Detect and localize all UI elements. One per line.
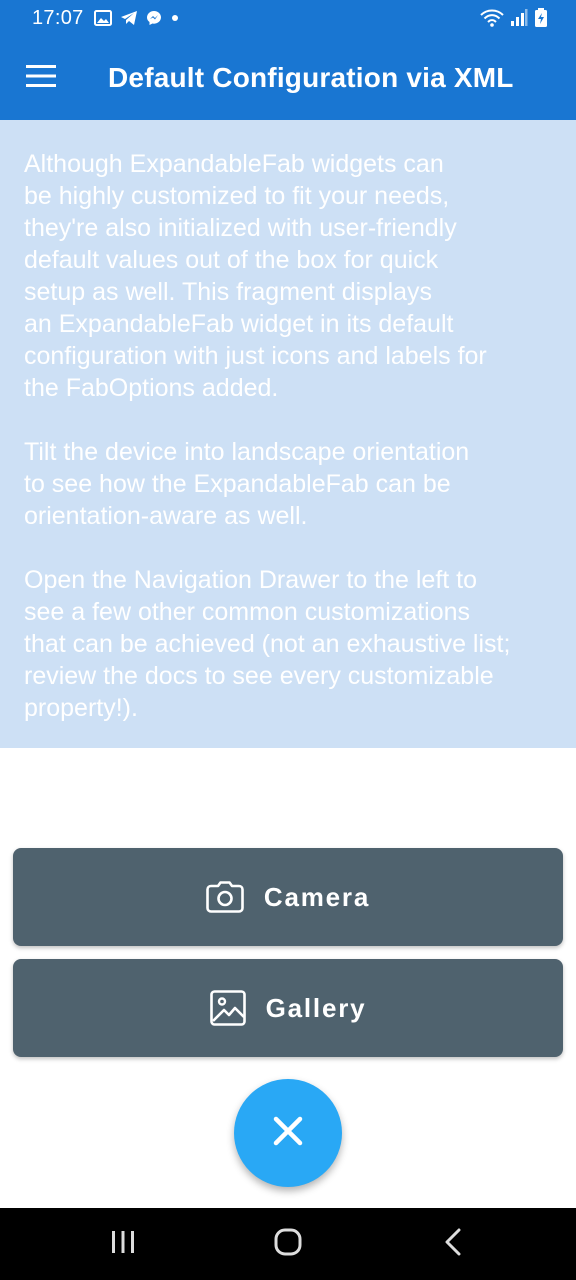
page-title: Default Configuration via XML [108, 62, 514, 93]
signal-icon [510, 9, 528, 27]
system-nav-bar [0, 1208, 576, 1280]
info-panel: Although ExpandableFab widgets can be hi… [0, 120, 576, 748]
hamburger-menu-icon [26, 64, 56, 92]
back-icon [444, 1228, 462, 1261]
status-right [480, 8, 548, 28]
image-icon [209, 990, 246, 1026]
close-fab-button[interactable] [234, 1079, 342, 1187]
home-icon [274, 1228, 302, 1261]
camera-icon [206, 881, 244, 913]
info-paragraph-3: Open the Navigation Drawer to the left t… [24, 566, 511, 722]
wifi-icon [480, 9, 504, 27]
notification-icons [93, 10, 180, 26]
telegram-icon [120, 10, 138, 26]
status-bar: 17:07 [0, 0, 576, 36]
status-left: 17:07 [32, 7, 180, 30]
messenger-icon [146, 10, 162, 26]
dot-icon [170, 13, 180, 23]
camera-fab-option[interactable]: Camera [13, 848, 563, 946]
info-paragraph-2: Tilt the device into landscape orientati… [24, 438, 470, 530]
recent-apps-button[interactable] [83, 1208, 163, 1280]
camera-label: Camera [263, 881, 371, 912]
gallery-icon [93, 10, 112, 26]
back-button[interactable] [413, 1208, 493, 1280]
recent-apps-icon [110, 1230, 136, 1259]
close-icon [273, 1116, 303, 1151]
status-time: 17:07 [32, 6, 84, 29]
screen: 17:07 Default Configuration via XML Alth… [0, 0, 576, 1280]
app-bar: Default Configuration via XML [0, 36, 576, 120]
info-paragraph-1: Although ExpandableFab widgets can be hi… [24, 150, 487, 402]
gallery-fab-option[interactable]: Gallery [13, 959, 563, 1057]
home-button[interactable] [248, 1208, 328, 1280]
menu-button[interactable] [0, 36, 82, 120]
gallery-label: Gallery [265, 992, 367, 1023]
battery-icon [534, 8, 548, 28]
